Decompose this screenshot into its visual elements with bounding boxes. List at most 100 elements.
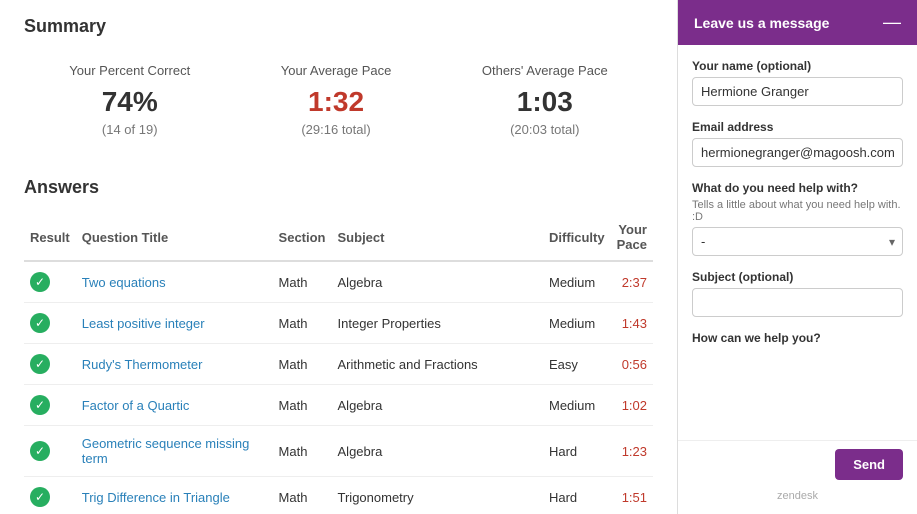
email-input[interactable] <box>692 138 903 167</box>
result-cell: ✓ <box>24 303 76 344</box>
question-title-cell: Factor of a Quartic <box>76 385 273 426</box>
chat-header: Leave us a message — <box>678 0 917 45</box>
subject-cell: Trigonometry <box>332 477 543 514</box>
name-group: Your name (optional) <box>692 59 903 106</box>
chat-footer: Send zendesk <box>678 440 917 514</box>
zendesk-label: zendesk <box>692 490 903 502</box>
section-cell: Math <box>273 477 332 514</box>
percent-correct-stat: Your Percent Correct 74% (14 of 19) <box>69 63 190 137</box>
avg-pace-sub: (29:16 total) <box>281 122 392 137</box>
others-pace-label: Others' Average Pace <box>482 63 608 78</box>
table-row: ✓ Factor of a Quartic Math Algebra Mediu… <box>24 385 653 426</box>
difficulty-cell: Hard <box>543 426 611 477</box>
help-group: What do you need help with? Tells a litt… <box>692 181 903 256</box>
difficulty-cell: Easy <box>543 344 611 385</box>
subject-cell: Algebra <box>332 385 543 426</box>
section-cell: Math <box>273 303 332 344</box>
subject-cell: Algebra <box>332 426 543 477</box>
pace-cell: 1:51 <box>611 477 653 514</box>
chat-close-button[interactable]: — <box>883 12 901 33</box>
summary-section: Summary Your Percent Correct 74% (14 of … <box>24 16 653 157</box>
result-cell: ✓ <box>24 426 76 477</box>
main-content: Summary Your Percent Correct 74% (14 of … <box>0 0 677 514</box>
pace-cell: 1:43 <box>611 303 653 344</box>
avg-pace-label: Your Average Pace <box>281 63 392 78</box>
col-difficulty: Difficulty <box>543 214 611 261</box>
avg-pace-stat: Your Average Pace 1:32 (29:16 total) <box>281 63 392 137</box>
question-link[interactable]: Two equations <box>82 275 166 290</box>
col-result: Result <box>24 214 76 261</box>
name-label: Your name (optional) <box>692 59 903 73</box>
correct-icon: ✓ <box>30 313 50 333</box>
question-link[interactable]: Geometric sequence missing term <box>82 436 250 466</box>
correct-icon: ✓ <box>30 272 50 292</box>
subject-input[interactable] <box>692 288 903 317</box>
question-link[interactable]: Trig Difference in Triangle <box>82 490 230 505</box>
email-group: Email address <box>692 120 903 167</box>
pace-cell: 0:56 <box>611 344 653 385</box>
correct-icon: ✓ <box>30 354 50 374</box>
percent-correct-label: Your Percent Correct <box>69 63 190 78</box>
how-label: How can we help you? <box>692 331 903 345</box>
others-pace-value: 1:03 <box>482 86 608 118</box>
section-cell: Math <box>273 385 332 426</box>
result-cell: ✓ <box>24 261 76 303</box>
result-cell: ✓ <box>24 385 76 426</box>
difficulty-cell: Medium <box>543 261 611 303</box>
send-button[interactable]: Send <box>835 449 903 480</box>
pace-cell: 1:02 <box>611 385 653 426</box>
question-title-cell: Two equations <box>76 261 273 303</box>
others-pace-stat: Others' Average Pace 1:03 (20:03 total) <box>482 63 608 137</box>
question-link[interactable]: Factor of a Quartic <box>82 398 190 413</box>
col-section: Section <box>273 214 332 261</box>
help-dropdown-wrapper: - ▾ <box>692 227 903 256</box>
others-pace-sub: (20:03 total) <box>482 122 608 137</box>
pace-cell: 2:37 <box>611 261 653 303</box>
table-row: ✓ Least positive integer Math Integer Pr… <box>24 303 653 344</box>
subject-cell: Algebra <box>332 261 543 303</box>
question-link[interactable]: Rudy's Thermometer <box>82 357 203 372</box>
table-row: ✓ Two equations Math Algebra Medium 2:37 <box>24 261 653 303</box>
difficulty-cell: Hard <box>543 477 611 514</box>
correct-icon: ✓ <box>30 441 50 461</box>
difficulty-cell: Medium <box>543 303 611 344</box>
question-title-cell: Rudy's Thermometer <box>76 344 273 385</box>
help-dropdown[interactable]: - <box>692 227 903 256</box>
table-row: ✓ Geometric sequence missing term Math A… <box>24 426 653 477</box>
subject-cell: Arithmetic and Fractions <box>332 344 543 385</box>
help-label: What do you need help with? <box>692 181 903 195</box>
correct-icon: ✓ <box>30 395 50 415</box>
question-link[interactable]: Least positive integer <box>82 316 205 331</box>
summary-title: Summary <box>24 16 653 37</box>
subject-cell: Integer Properties <box>332 303 543 344</box>
answers-table: Result Question Title Section Subject Di… <box>24 214 653 514</box>
email-label: Email address <box>692 120 903 134</box>
subject-group: Subject (optional) <box>692 270 903 317</box>
correct-icon: ✓ <box>30 487 50 507</box>
subject-label: Subject (optional) <box>692 270 903 284</box>
table-row: ✓ Rudy's Thermometer Math Arithmetic and… <box>24 344 653 385</box>
percent-correct-sub: (14 of 19) <box>69 122 190 137</box>
question-title-cell: Trig Difference in Triangle <box>76 477 273 514</box>
answers-section: Answers Result Question Title Section Su… <box>24 177 653 514</box>
col-your-pace: YourPace <box>611 214 653 261</box>
section-cell: Math <box>273 261 332 303</box>
chat-panel: Leave us a message — Your name (optional… <box>677 0 917 514</box>
chat-body: Your name (optional) Email address What … <box>678 45 917 440</box>
avg-pace-value: 1:32 <box>281 86 392 118</box>
table-row: ✓ Trig Difference in Triangle Math Trigo… <box>24 477 653 514</box>
name-input[interactable] <box>692 77 903 106</box>
percent-correct-value: 74% <box>69 86 190 118</box>
difficulty-cell: Medium <box>543 385 611 426</box>
question-title-cell: Least positive integer <box>76 303 273 344</box>
result-cell: ✓ <box>24 477 76 514</box>
summary-stats: Your Percent Correct 74% (14 of 19) Your… <box>24 53 653 157</box>
result-cell: ✓ <box>24 344 76 385</box>
chat-header-title: Leave us a message <box>694 15 829 31</box>
pace-cell: 1:23 <box>611 426 653 477</box>
help-hint: Tells a little about what you need help … <box>692 199 903 223</box>
col-subject: Subject <box>332 214 543 261</box>
answers-table-wrapper: Result Question Title Section Subject Di… <box>24 214 653 514</box>
how-group: How can we help you? <box>692 331 903 345</box>
question-title-cell: Geometric sequence missing term <box>76 426 273 477</box>
